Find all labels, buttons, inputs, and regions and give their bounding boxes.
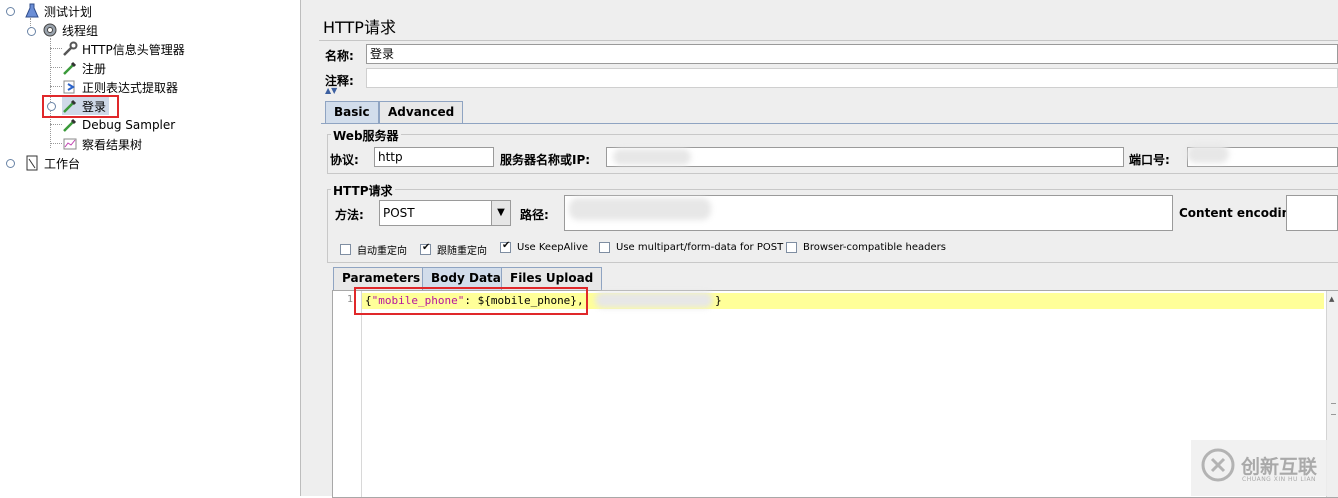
checkbox-browser-compatible[interactable]: Browser-compatible headers <box>786 242 946 253</box>
tree-item-label: 线程组 <box>62 23 99 38</box>
checkbox-use-keepalive[interactable]: Use KeepAlive <box>500 240 589 253</box>
checkbox-label: Browser-compatible headers <box>803 242 946 253</box>
redacted-mask <box>569 198 711 220</box>
highlight-box <box>42 95 119 118</box>
tree-item-label: 测试计划 <box>44 4 93 19</box>
tree-item-label: Debug Sampler <box>82 118 176 132</box>
collapse-arrows-icon[interactable]: ▲▼ <box>325 86 337 95</box>
tree-item-label: 正则表达式提取器 <box>82 80 179 95</box>
checkbox-box[interactable] <box>340 244 351 255</box>
content-encoding-field[interactable] <box>1286 195 1338 231</box>
http-request-group-title: HTTP请求 <box>331 182 395 199</box>
tree-item-register[interactable]: 注册 <box>62 59 106 77</box>
redacted-mask <box>595 292 713 308</box>
test-plan-flask-icon <box>25 3 39 18</box>
protocol-label: 协议: <box>330 153 359 167</box>
test-plan-tree: 测试计划 线程组 HTTP信息头管理器 注册 正则表达式提取器 登录 Debug… <box>0 0 300 496</box>
chart-listener-icon <box>63 138 77 150</box>
workbench-icon <box>26 155 38 171</box>
checkbox-follow-redirects[interactable]: 跟随重定向 <box>420 242 487 257</box>
wrench-icon <box>63 41 78 56</box>
tree-item-thread-group[interactable]: 线程组 <box>42 21 98 39</box>
tree-connector <box>50 86 62 87</box>
content-encoding-label: Content encoding: <box>1179 206 1304 220</box>
tab-advanced[interactable]: Advanced <box>379 101 464 123</box>
checkbox-box[interactable] <box>786 242 797 253</box>
tree-connector <box>50 67 62 68</box>
tree-item-debug-sampler[interactable]: Debug Sampler <box>62 116 175 134</box>
scroll-up-icon[interactable]: ▲ <box>1329 295 1334 303</box>
divider <box>319 40 1338 41</box>
watermark-text: 创新互联 <box>1241 456 1318 478</box>
redacted-mask <box>1187 145 1229 163</box>
tree-connector <box>50 48 62 49</box>
pipette-sampler-icon <box>63 61 77 75</box>
extractor-arrow-icon <box>63 80 75 94</box>
checkbox-label: 跟随重定向 <box>437 246 487 257</box>
brand-logo-icon <box>1201 448 1235 482</box>
tree-connector <box>50 38 51 148</box>
name-field[interactable]: 登录 <box>366 44 1338 64</box>
tree-item-workbench[interactable]: 工作台 <box>24 154 80 172</box>
redacted-mask <box>613 149 691 165</box>
checkbox-label: Use KeepAlive <box>517 242 589 253</box>
code-token: } <box>715 294 722 307</box>
pipette-sampler-icon <box>63 118 77 132</box>
checkbox-box[interactable] <box>420 242 431 255</box>
comment-field[interactable] <box>366 68 1338 88</box>
tab-basic[interactable]: Basic <box>325 101 379 123</box>
tree-item-label: 工作台 <box>44 156 81 171</box>
method-label: 方法: <box>335 208 364 222</box>
watermark-subtext: CHUANG XIN HU LIAN <box>1242 476 1317 483</box>
chevron-down-icon[interactable]: ▼ <box>491 201 510 225</box>
tree-item-regex-extractor[interactable]: 正则表达式提取器 <box>62 78 178 96</box>
body-data-editor[interactable]: 1 {"mobile_phone": ${mobile_phone}, } ▲ <box>332 290 1338 498</box>
http-request-panel: HTTP请求 名称: 登录 注释: ▲▼ Basic Advanced Web服… <box>311 0 1338 498</box>
web-server-group-title: Web服务器 <box>331 127 401 144</box>
name-label: 名称: <box>325 49 354 63</box>
tree-item-http-header-manager[interactable]: HTTP信息头管理器 <box>62 40 185 58</box>
checkbox-box[interactable] <box>500 240 511 253</box>
highlight-box <box>354 287 588 315</box>
watermark: 创新互联 CHUANG XIN HU LIAN <box>1191 440 1338 496</box>
port-label: 端口号: <box>1129 153 1170 167</box>
tree-item-label: 注册 <box>82 61 107 76</box>
tree-item-label: HTTP信息头管理器 <box>82 42 185 57</box>
checkbox-label: 自动重定向 <box>357 246 407 257</box>
tree-connector <box>50 143 62 144</box>
tree-item-label: 察看结果树 <box>82 137 143 152</box>
tree-item-view-results-tree[interactable]: 察看结果树 <box>62 135 142 153</box>
checkbox-multipart[interactable]: Use multipart/form-data for POST <box>599 242 783 253</box>
tree-item-test-plan[interactable]: 测试计划 <box>24 2 92 20</box>
checkbox-box[interactable] <box>599 242 610 253</box>
scroll-grip-icon[interactable] <box>1331 403 1336 415</box>
tree-expand-handle[interactable] <box>6 159 15 168</box>
checkbox-label: Use multipart/form-data for POST <box>616 242 784 253</box>
gear-icon <box>43 23 57 37</box>
server-label: 服务器名称或IP: <box>500 153 591 167</box>
method-selected-value: POST <box>383 206 415 220</box>
tree-expand-handle[interactable] <box>27 27 36 36</box>
checkbox-auto-redirect[interactable]: 自动重定向 <box>340 242 407 257</box>
tree-connector <box>50 124 62 125</box>
line-number: 1 <box>346 294 353 305</box>
protocol-field[interactable]: http <box>374 147 494 167</box>
line-number-gutter: 1 <box>333 291 362 497</box>
path-label: 路径: <box>520 208 549 222</box>
method-select[interactable]: POST ▼ <box>379 200 511 226</box>
tab-underline <box>321 123 1338 124</box>
page-title: HTTP请求 <box>323 18 396 37</box>
tree-expand-handle[interactable] <box>6 7 15 16</box>
